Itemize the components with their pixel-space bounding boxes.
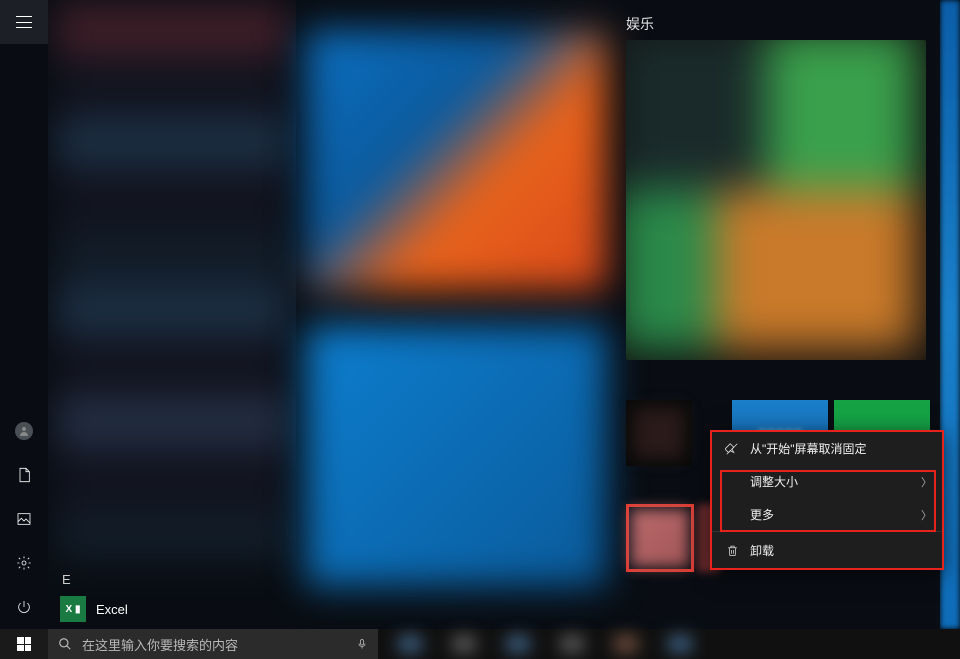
chevron-right-icon: 〉 — [921, 474, 932, 490]
ctx-item-label: 更多 — [750, 506, 774, 523]
trash-icon — [724, 544, 740, 557]
taskbar-apps-blurred — [378, 629, 960, 659]
ctx-resize[interactable]: 调整大小 〉 — [712, 465, 942, 498]
power-button[interactable] — [0, 585, 48, 629]
tile-group-label[interactable]: 娱乐 — [626, 14, 654, 34]
settings-button[interactable] — [0, 541, 48, 585]
tile-small-1[interactable] — [626, 400, 692, 466]
apps-blurred-content — [48, 0, 296, 560]
ctx-unpin-from-start[interactable]: 从"开始"屏幕取消固定 — [712, 432, 942, 465]
hamburger-button[interactable] — [0, 0, 48, 44]
taskbar: 在这里输入你要搜索的内容 — [0, 629, 960, 659]
ctx-item-label: 卸载 — [750, 542, 774, 559]
taskbar-search[interactable]: 在这里输入你要搜索的内容 — [48, 629, 378, 659]
picture-icon — [16, 511, 32, 527]
search-icon — [58, 637, 72, 651]
documents-button[interactable] — [0, 453, 48, 497]
ctx-more[interactable]: 更多 〉 — [712, 498, 942, 531]
excel-icon: X ▮ — [60, 596, 86, 622]
chevron-right-icon: 〉 — [921, 507, 932, 523]
start-button[interactable] — [0, 629, 48, 659]
microphone-icon[interactable] — [356, 637, 368, 651]
ctx-uninstall[interactable]: 卸载 — [712, 531, 942, 569]
apps-list-column: E X ▮ Excel — [48, 0, 296, 629]
power-icon — [16, 599, 32, 615]
tile-context-menu: 从"开始"屏幕取消固定 调整大小 〉 更多 〉 卸载 — [710, 430, 944, 570]
user-icon — [15, 422, 33, 440]
tile-group-entertainment — [626, 40, 926, 360]
app-item-excel[interactable]: X ▮ Excel — [56, 593, 288, 625]
ctx-item-label: 调整大小 — [750, 473, 798, 490]
search-placeholder: 在这里输入你要搜索的内容 — [82, 635, 346, 654]
hamburger-icon — [16, 16, 32, 28]
app-item-label: Excel — [96, 602, 128, 617]
ctx-item-label: 从"开始"屏幕取消固定 — [750, 440, 867, 457]
unpin-icon — [724, 442, 740, 456]
start-rail — [0, 0, 48, 629]
user-account-button[interactable] — [0, 409, 48, 453]
gear-icon — [16, 555, 32, 571]
tile-selected[interactable] — [626, 504, 694, 572]
document-icon — [16, 467, 32, 483]
windows-logo-icon — [17, 637, 31, 651]
pictures-button[interactable] — [0, 497, 48, 541]
section-letter-e[interactable]: E — [62, 572, 71, 587]
tile-group-blurred-left — [306, 16, 606, 576]
